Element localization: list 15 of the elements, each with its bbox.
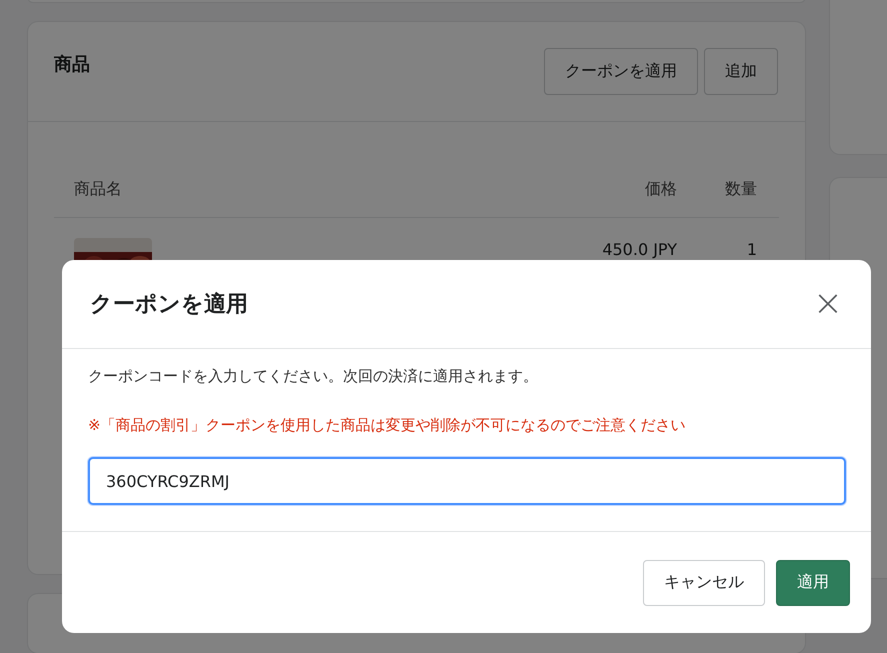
- card-action-button[interactable]: クーポンを適用: [544, 48, 698, 95]
- card-title: 商品: [54, 52, 90, 77]
- coupon-code-field[interactable]: 360CYRC9ZRMJ: [88, 457, 846, 505]
- card-action-button[interactable]: 追加: [704, 48, 778, 95]
- table-cell-text: 450.0 JPY: [601, 238, 678, 259]
- cancel-button[interactable]: キャンセル: [643, 560, 765, 606]
- dialog-description: クーポンコードを入力してください。次回の決済に適用されます。: [88, 366, 539, 387]
- column-header: 価格: [644, 178, 678, 200]
- apply-button[interactable]: 適用: [776, 560, 850, 606]
- close-button[interactable]: ×: [808, 286, 847, 322]
- column-header: 商品名: [73, 178, 123, 200]
- table-cell-text: 1: [746, 238, 758, 259]
- dialog-title: クーポンを適用: [90, 290, 248, 319]
- warning-text: ※「商品の割引」クーポンを使用した商品は変更や削除が不可になるのでご注意ください: [88, 415, 687, 436]
- column-header: 数量: [724, 178, 758, 200]
